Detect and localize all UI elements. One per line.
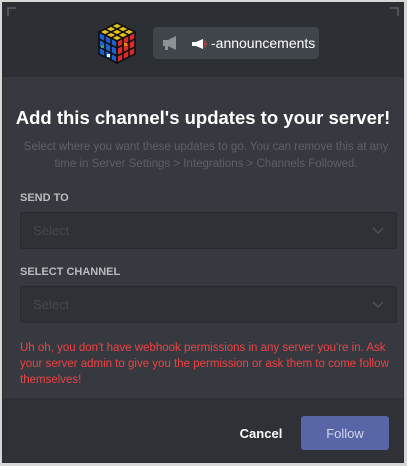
chevron-down-icon [372,226,384,234]
dialog-subtitle: Select where you want these updates to g… [23,141,389,170]
megaphone-icon [163,36,176,50]
dialog-header: -announcements [3,3,403,77]
corner-mark-icon [390,7,399,16]
send-to-placeholder: Select [33,223,70,238]
dialog-title: Add this channel's updates to your serve… [15,107,391,128]
select-channel-select[interactable]: Select [20,286,397,323]
corner-mark-icon [7,7,16,16]
follow-button[interactable]: Follow [301,416,389,450]
dialog-footer: Cancel Follow [3,398,403,462]
channel-pill: -announcements [153,27,319,59]
chevron-down-icon [372,300,384,308]
cancel-button[interactable]: Cancel [229,417,293,449]
select-channel-label: SELECT CHANNEL [20,266,121,278]
send-to-label: SEND TO [20,192,69,204]
webhook-permission-error: Uh oh, you don't have webhook permission… [20,342,389,386]
rubiks-cube-icon [97,22,137,65]
select-channel-placeholder: Select [33,297,70,312]
follow-channel-dialog: -announcements Add this channel's update… [2,2,404,463]
send-to-select[interactable]: Select [20,212,397,249]
channel-name-icon [192,39,207,50]
channel-name: -announcements [191,35,315,51]
channel-name-text: -announcements [211,35,316,51]
